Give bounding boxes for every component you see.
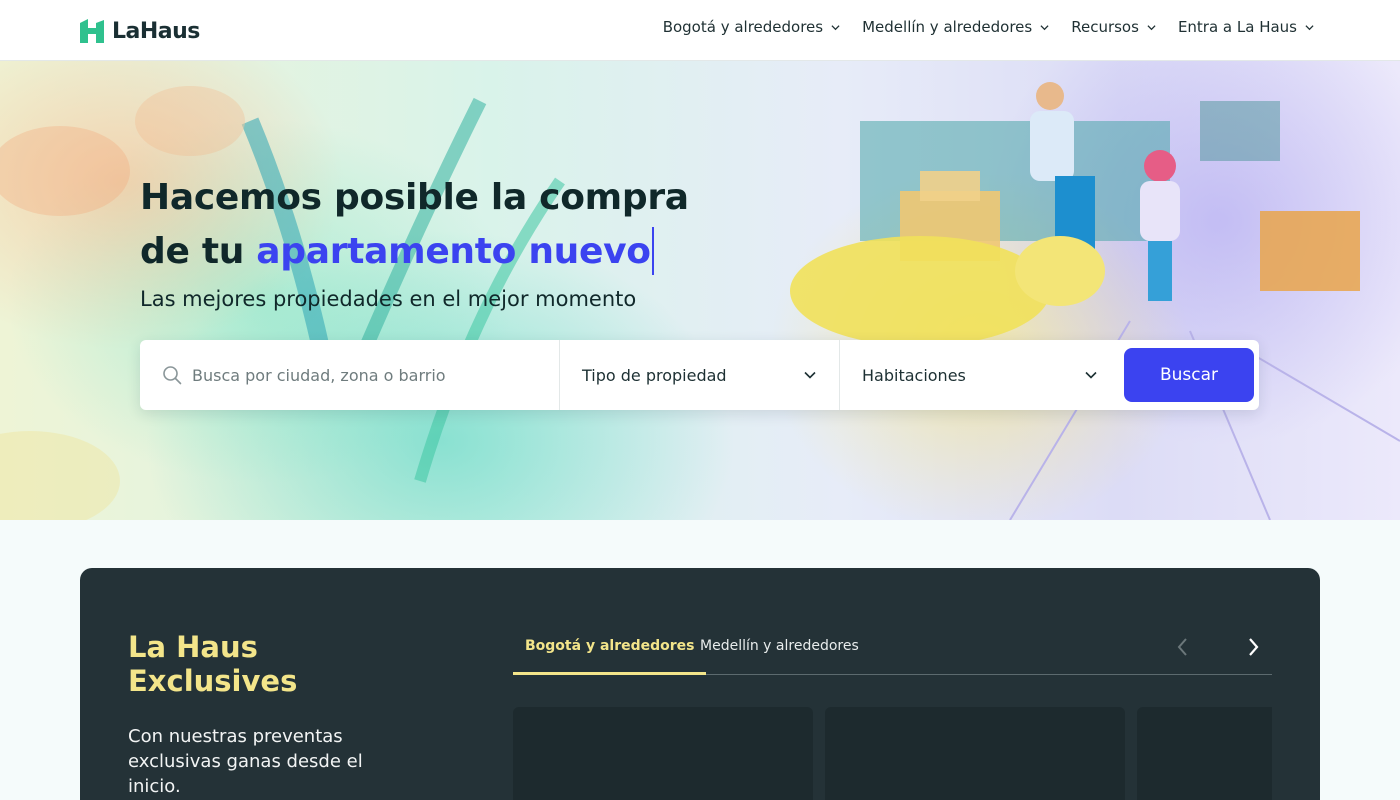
- nav-bogota[interactable]: Bogotá y alrededores: [663, 18, 840, 36]
- search-input[interactable]: [192, 360, 542, 390]
- nav-entra[interactable]: Entra a La Haus: [1178, 18, 1314, 36]
- property-type-select[interactable]: Tipo de propiedad: [560, 340, 840, 410]
- property-card[interactable]: [825, 707, 1125, 800]
- chevron-down-icon: [1305, 24, 1314, 30]
- search-field: [140, 340, 560, 410]
- nav-recursos-label: Recursos: [1071, 18, 1139, 36]
- search-icon: [163, 366, 182, 385]
- tab-medellin[interactable]: Medellín y alrededores: [688, 638, 871, 675]
- hero-title-line2: de tu apartamento nuevo: [140, 225, 760, 279]
- property-type-label: Tipo de propiedad: [582, 365, 727, 385]
- carousel-next-button[interactable]: [1238, 632, 1268, 662]
- typing-caret: [651, 227, 654, 275]
- property-card[interactable]: [513, 707, 813, 800]
- tab-bogota[interactable]: Bogotá y alrededores: [513, 638, 707, 675]
- site-header: LaHaus Bogotá y alrededores Medellín y a…: [0, 0, 1400, 61]
- nav-entra-label: Entra a La Haus: [1177, 18, 1297, 36]
- lahaus-logo[interactable]: LaHaus: [80, 17, 200, 45]
- search-button[interactable]: Buscar: [1124, 348, 1254, 402]
- chevron-down-icon: [804, 371, 816, 379]
- hero-section: Hacemos posible la compra de tu apartame…: [0, 61, 1400, 520]
- chevron-left-icon: [1177, 638, 1187, 656]
- hero-title-accent: apartamento nuevo: [256, 231, 651, 272]
- exclusives-section: La Haus Exclusives Con nuestras preventa…: [80, 568, 1320, 800]
- nav-bogota-label: Bogotá y alrededores: [662, 18, 824, 36]
- search-bar: Tipo de propiedad Habitaciones Buscar: [140, 340, 1259, 410]
- hero-title-line1: Hacemos posible la compra: [140, 177, 689, 218]
- chevron-down-icon: [831, 24, 840, 30]
- chevron-down-icon: [1085, 371, 1097, 379]
- hero-title: Hacemos posible la compra de tu apartame…: [140, 171, 760, 279]
- chevron-down-icon: [1147, 24, 1156, 30]
- chevron-down-icon: [1040, 24, 1049, 30]
- rooms-label: Habitaciones: [862, 365, 966, 385]
- logo-text: LaHaus: [112, 18, 200, 44]
- city-tabs: Bogotá y alrededores Medellín y alrededo…: [513, 630, 1272, 675]
- lahaus-logo-icon: [80, 19, 104, 43]
- hero-title-prefix: de tu: [140, 231, 257, 272]
- nav-medellin-label: Medellín y alrededores: [862, 18, 1033, 36]
- rooms-select[interactable]: Habitaciones: [840, 340, 1120, 410]
- hero-subtitle: Las mejores propiedades en el mejor mome…: [140, 287, 637, 311]
- nav-medellin[interactable]: Medellín y alrededores: [862, 18, 1049, 36]
- carousel-prev-button[interactable]: [1168, 632, 1198, 662]
- exclusives-description: Con nuestras preventas exclusivas ganas …: [128, 726, 363, 797]
- exclusives-title: La Haus Exclusives: [128, 630, 298, 698]
- main-nav: Bogotá y alrededores Medellín y alrededo…: [663, 18, 1314, 36]
- nav-recursos[interactable]: Recursos: [1071, 18, 1156, 36]
- property-card[interactable]: [1137, 707, 1272, 800]
- chevron-right-icon: [1249, 638, 1259, 656]
